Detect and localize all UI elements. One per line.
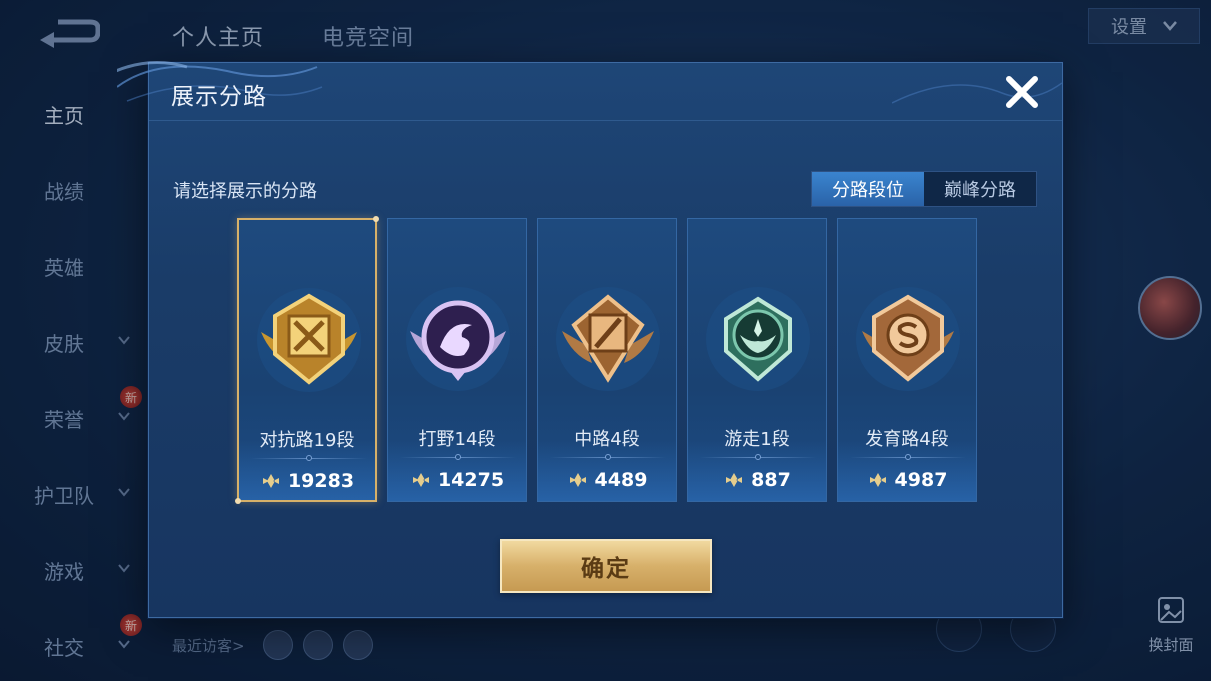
dialog-title: 展示分路 bbox=[171, 84, 267, 110]
confirm-button[interactable]: 确定 bbox=[500, 539, 712, 593]
lane-cards: 对抗路19段 19283 打野14段 14275 中路4段 4489 游走1段 … bbox=[235, 216, 977, 504]
divider-dot bbox=[306, 455, 312, 461]
lane-card-jungle[interactable]: 打野14段 14275 bbox=[387, 218, 527, 502]
bronze-s-medal-icon bbox=[856, 287, 960, 391]
lane-score-value: 14275 bbox=[437, 469, 505, 491]
purple-dragon-medal-icon bbox=[406, 287, 510, 391]
lane-score: 4987 bbox=[838, 469, 976, 491]
toggle-lane-rank[interactable]: 分路段位 bbox=[812, 172, 924, 206]
corner-sparkle bbox=[235, 498, 241, 504]
lane-score: 4489 bbox=[538, 469, 676, 491]
bronze-staff-medal-icon bbox=[556, 287, 660, 391]
lane-name: 发育路4段 bbox=[865, 429, 949, 450]
lane-card-mid[interactable]: 中路4段 4489 bbox=[537, 218, 677, 502]
leaf-score-icon bbox=[569, 473, 586, 487]
leaf-score-icon bbox=[412, 473, 429, 487]
lane-name: 游走1段 bbox=[724, 429, 790, 450]
lane-score: 19283 bbox=[239, 470, 375, 492]
dialog-subtitle: 请选择展示的分路 bbox=[173, 181, 317, 202]
leaf-score-icon bbox=[262, 474, 279, 488]
lane-name: 对抗路19段 bbox=[259, 430, 355, 451]
divider-dot bbox=[755, 454, 761, 460]
lane-score: 14275 bbox=[388, 469, 526, 491]
lane-score-value: 4489 bbox=[594, 469, 648, 491]
gold-crossed-swords-medal-icon bbox=[257, 288, 361, 392]
lane-card-support[interactable]: 游走1段 887 bbox=[687, 218, 827, 502]
mode-toggle: 分路段位 巅峰分路 bbox=[811, 171, 1037, 207]
divider-dot bbox=[605, 454, 611, 460]
leaf-score-icon bbox=[726, 473, 743, 487]
lane-card-adc[interactable]: 发育路4段 4987 bbox=[837, 218, 977, 502]
leaf-score-icon bbox=[869, 473, 886, 487]
lane-score: 887 bbox=[688, 469, 826, 491]
lane-card-top[interactable]: 对抗路19段 19283 bbox=[235, 216, 379, 504]
corner-sparkle bbox=[373, 216, 379, 222]
green-wings-medal-icon bbox=[706, 287, 810, 391]
toggle-peak-lane[interactable]: 巅峰分路 bbox=[924, 172, 1036, 206]
lane-display-dialog: 展示分路 请选择展示的分路 分路段位 巅峰分路 对抗路19段 19283 打野1… bbox=[117, 61, 1063, 618]
lane-score-value: 19283 bbox=[287, 470, 355, 492]
divider-dot bbox=[905, 454, 911, 460]
divider-dot bbox=[455, 454, 461, 460]
close-icon[interactable] bbox=[1005, 75, 1039, 109]
lane-name: 打野14段 bbox=[418, 429, 496, 450]
lane-name: 中路4段 bbox=[574, 429, 640, 450]
dialog-header: 展示分路 bbox=[117, 61, 1062, 121]
lane-score-value: 4987 bbox=[894, 469, 948, 491]
lane-score-value: 887 bbox=[751, 469, 791, 491]
